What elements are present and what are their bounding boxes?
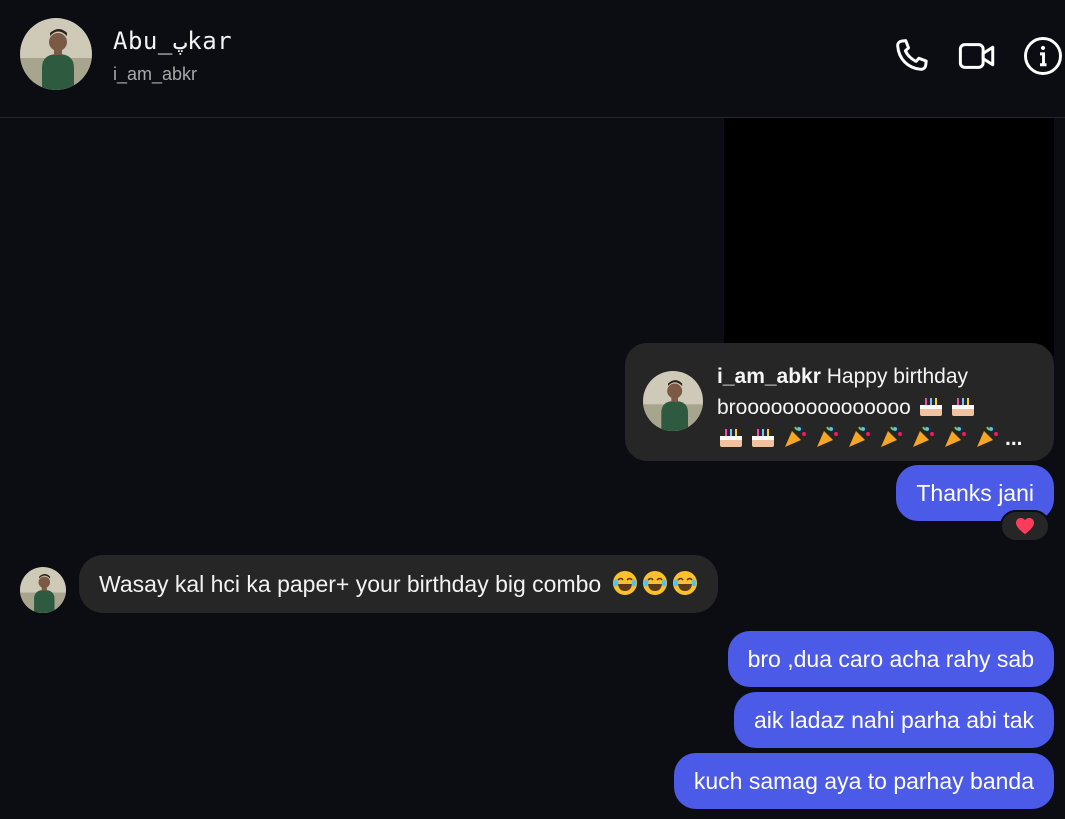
reply-ellipsis: ... [1005,427,1023,450]
reply-line1: Happy birthday [826,365,968,388]
laughing-tears-emoji-icon [612,571,637,595]
contact-avatar[interactable] [20,18,92,90]
incoming-text: Wasay kal hci ka paper+ your birthday bi… [99,571,602,597]
party-popper-icon [785,426,806,447]
story-preview[interactable] [724,118,1054,356]
reply-line2: brooooooooooooooo [717,396,911,419]
party-popper-icon [817,426,838,447]
reply-avatar [643,371,703,431]
message-incoming[interactable]: Wasay kal hci ka paper+ your birthday bi… [79,555,718,613]
party-popper-icon [849,426,870,447]
laughing-tears-emoji-icon [642,571,667,595]
contact-name[interactable]: Abu_ﭖkar [113,27,232,55]
reply-username: i_am_abkr [717,365,821,388]
info-icon[interactable] [1022,35,1064,77]
phone-icon[interactable] [890,35,932,77]
cake-icon [720,429,742,447]
contact-username: i_am_abkr [113,64,198,84]
heart-reaction[interactable] [1000,510,1050,542]
heart-icon [1016,517,1034,535]
chat-header: Abu_ﭖkar i_am_abkr [0,0,1065,118]
message-outgoing[interactable]: aik ladaz nahi parha abi tak [733,692,1054,748]
party-popper-icon [977,426,998,447]
video-call-icon[interactable] [956,35,998,77]
party-popper-icon [913,426,934,447]
laughing-tears-emoji-icon [672,571,697,595]
story-reply-text: i_am_abkr Happy birthday brooooooooooooo… [717,361,1037,454]
party-popper-icon [881,426,902,447]
cake-icon [919,398,942,416]
message-outgoing[interactable]: kuch samag aya to parhay banda [673,753,1054,809]
party-popper-icon [945,426,966,447]
cake-icon [752,429,774,447]
story-reply-card[interactable]: i_am_abkr Happy birthday brooooooooooooo… [625,343,1054,461]
cake-icon [951,398,974,416]
sender-avatar[interactable] [20,567,66,613]
message-outgoing[interactable]: bro ,dua caro acha rahy sab [727,631,1054,687]
